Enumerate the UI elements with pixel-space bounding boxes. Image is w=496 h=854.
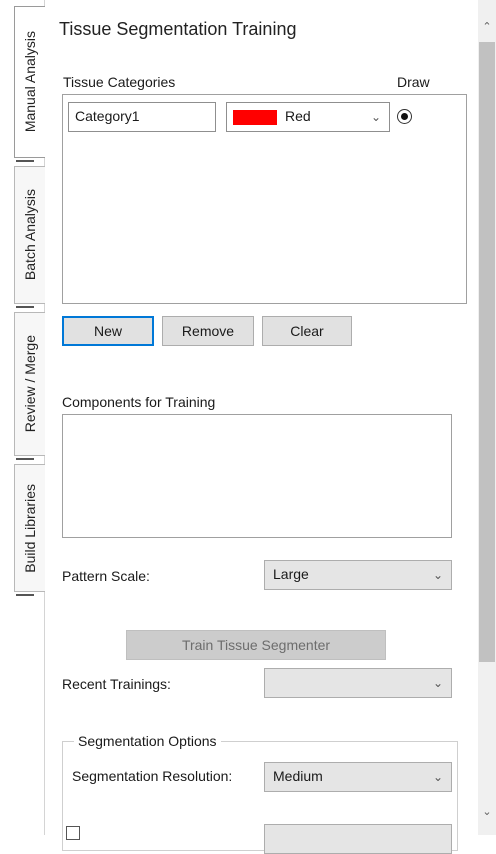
- pattern-scale-select[interactable]: Large ⌄: [264, 560, 452, 590]
- partially-visible-checkbox[interactable]: [66, 826, 80, 840]
- scroll-up-arrow-icon[interactable]: ⌃: [480, 20, 494, 33]
- recent-trainings-label: Recent Trainings:: [62, 676, 171, 692]
- category-color-value: Red: [285, 108, 311, 124]
- tab-manual-analysis[interactable]: Manual Analysis: [14, 6, 45, 158]
- category-name-input[interactable]: Category1: [68, 102, 216, 132]
- tab-separator: [16, 306, 34, 308]
- segmentation-options-title: Segmentation Options: [74, 733, 221, 749]
- tab-build-libraries[interactable]: Build Libraries: [14, 464, 45, 592]
- draw-radio-button[interactable]: [397, 109, 412, 124]
- new-button[interactable]: New: [62, 316, 154, 346]
- chevron-down-icon: ⌄: [432, 770, 443, 784]
- segmentation-resolution-value: Medium: [273, 768, 323, 784]
- scrollbar-thumb[interactable]: [479, 42, 495, 662]
- train-tissue-segmenter-button[interactable]: Train Tissue Segmenter: [126, 630, 386, 660]
- components-for-training-label: Components for Training: [62, 394, 216, 410]
- segmentation-resolution-label: Segmentation Resolution:: [72, 768, 233, 784]
- tissue-categories-label: Tissue Categories: [63, 74, 176, 90]
- tab-batch-analysis[interactable]: Batch Analysis: [14, 166, 45, 304]
- tab-separator: [16, 594, 34, 596]
- chevron-down-icon: ⌄: [432, 676, 443, 690]
- vertical-scrollbar[interactable]: ⌃ ⌄: [478, 0, 496, 835]
- tab-manual-analysis-label: Manual Analysis: [22, 31, 38, 133]
- tab-separator: [16, 458, 34, 460]
- pattern-scale-value: Large: [273, 566, 309, 582]
- color-swatch: [233, 110, 277, 125]
- recent-trainings-select[interactable]: ⌄: [264, 668, 452, 698]
- components-for-training-list[interactable]: [62, 414, 452, 538]
- remove-button[interactable]: Remove: [162, 316, 254, 346]
- scroll-down-arrow-icon[interactable]: ⌄: [480, 805, 494, 818]
- category-color-select[interactable]: Red ⌄: [226, 102, 390, 132]
- tab-separator: [16, 160, 34, 162]
- category-name-value: Category1: [75, 108, 140, 124]
- pattern-scale-label: Pattern Scale:: [62, 568, 150, 584]
- clear-button[interactable]: Clear: [262, 316, 352, 346]
- chevron-down-icon: ⌄: [370, 110, 381, 124]
- vertical-tab-strip: Manual Analysis Batch Analysis Review / …: [0, 0, 46, 835]
- draw-column-label: Draw: [397, 74, 430, 90]
- panel-title: Tissue Segmentation Training: [59, 19, 297, 39]
- partially-visible-select[interactable]: [264, 824, 452, 854]
- tab-batch-analysis-label: Batch Analysis: [22, 189, 38, 281]
- chevron-down-icon: ⌄: [432, 568, 443, 582]
- segmentation-resolution-select[interactable]: Medium ⌄: [264, 762, 452, 792]
- tab-review-merge-label: Review / Merge: [22, 335, 38, 433]
- tab-build-libraries-label: Build Libraries: [22, 483, 38, 573]
- tab-review-merge[interactable]: Review / Merge: [14, 312, 45, 456]
